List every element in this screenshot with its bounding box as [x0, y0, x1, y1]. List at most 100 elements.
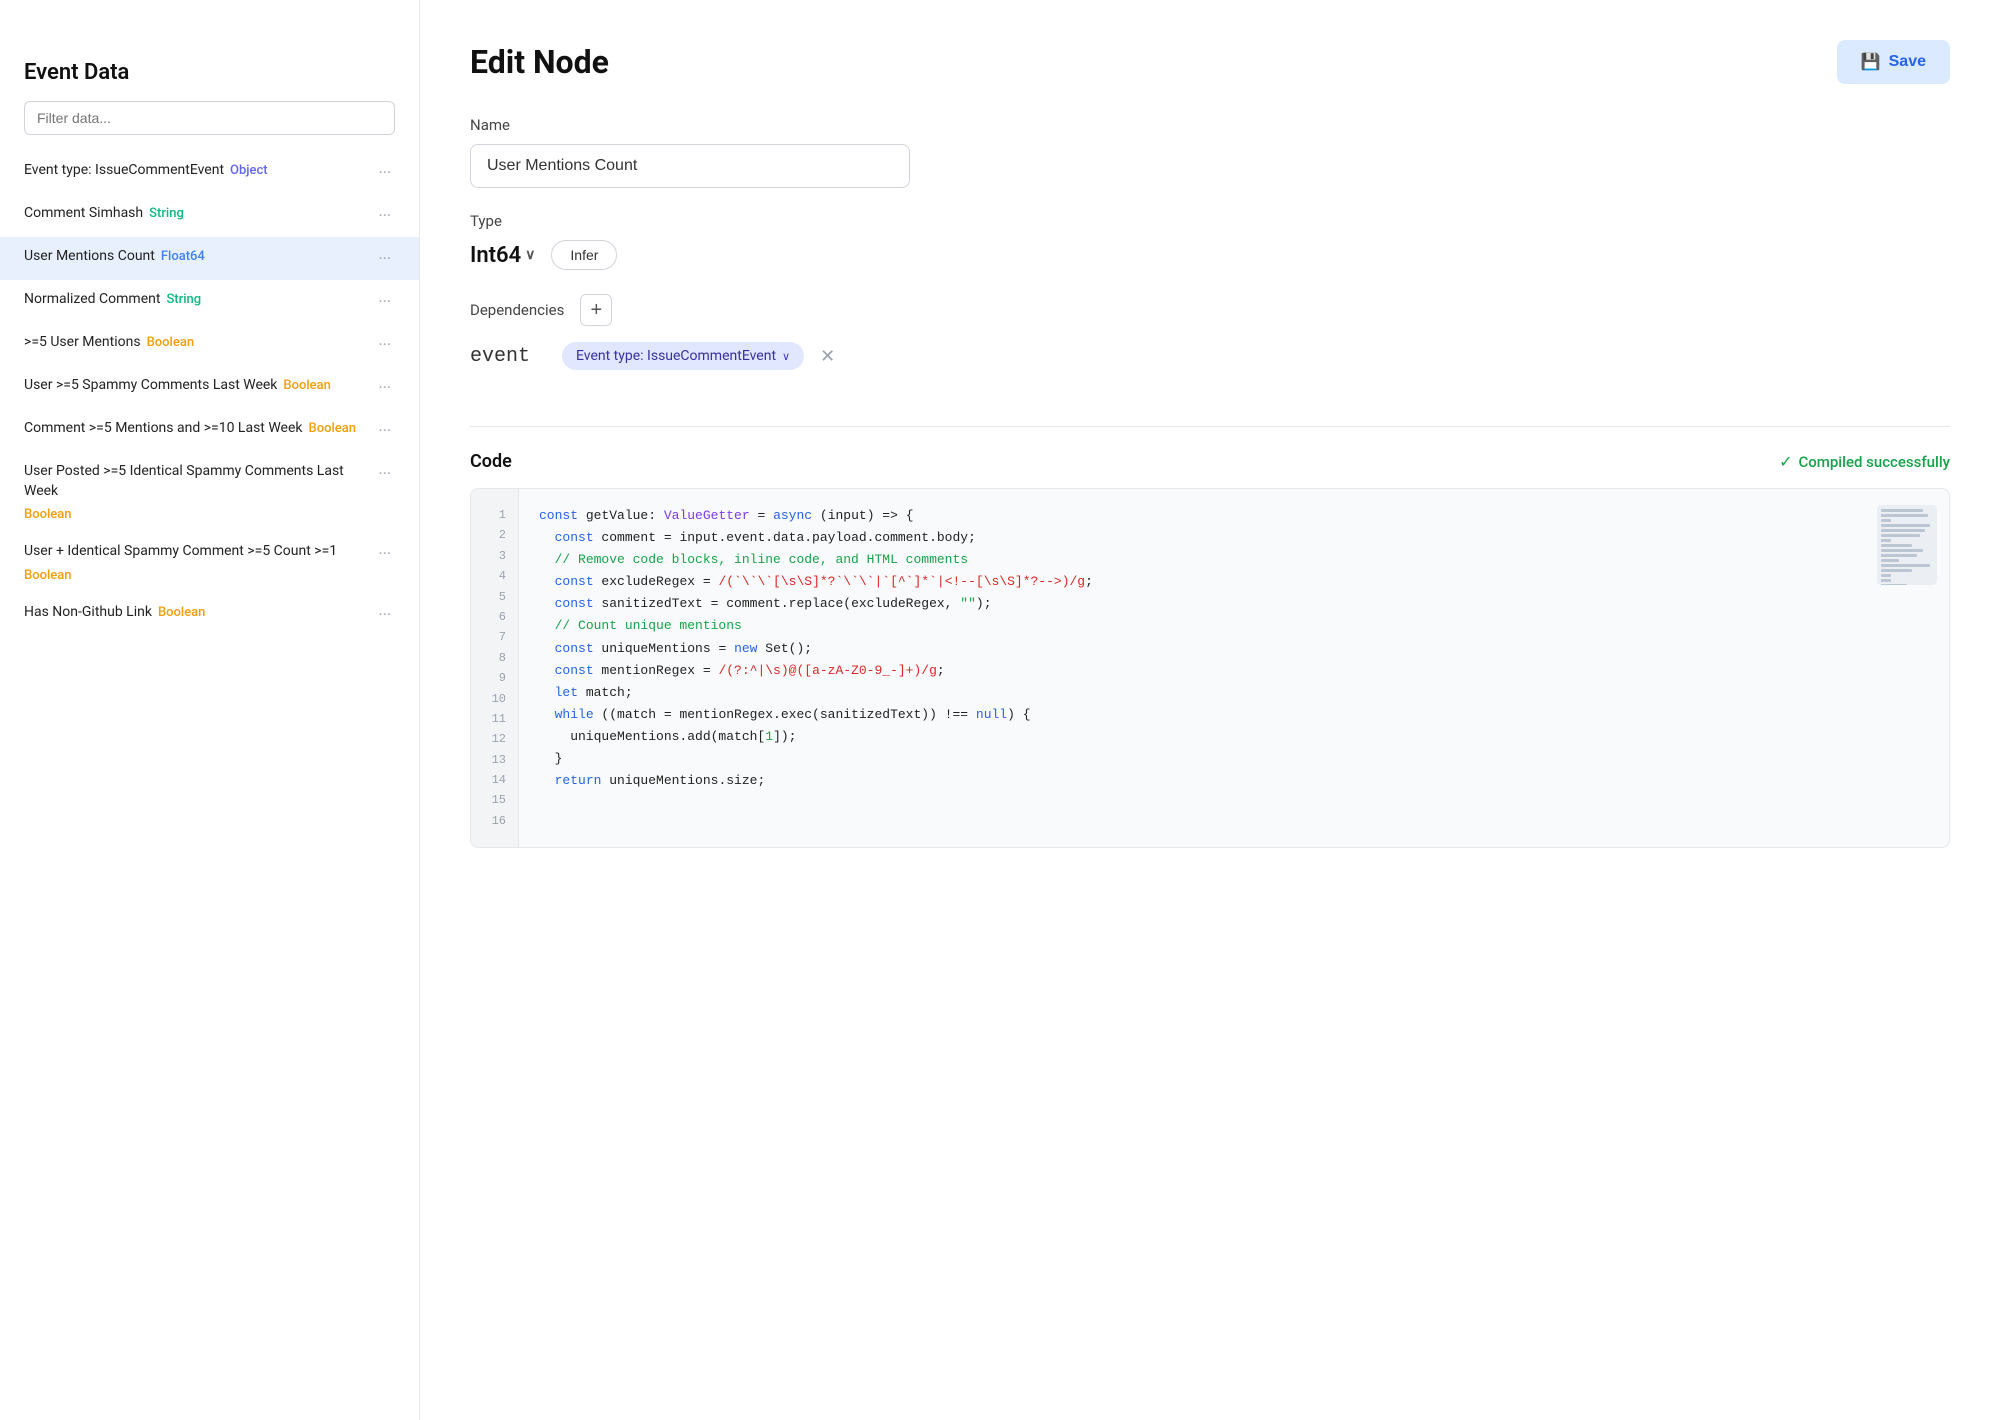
sidebar-item-content: Comment Simhash String	[24, 204, 366, 224]
line-number-5: 5	[483, 587, 506, 607]
name-input[interactable]	[470, 144, 910, 188]
sidebar-item-user-identical-spammy[interactable]: User + Identical Spammy Comment >=5 Coun…	[0, 532, 419, 593]
sidebar-item-content: Normalized Comment String	[24, 290, 366, 310]
sidebar-item-menu-dots[interactable]: ···	[374, 603, 395, 626]
sidebar-item-comment-mentions-lastweek[interactable]: Comment >=5 Mentions and >=10 Last Week …	[0, 409, 419, 452]
line-number-15: 15	[483, 790, 506, 810]
code-line-16: return uniqueMentions.size;	[539, 770, 1929, 792]
line-number-10: 10	[483, 689, 506, 709]
type-label: Type	[470, 212, 1950, 230]
code-line-6: const sanitizedText = comment.replace(ex…	[539, 593, 1929, 615]
sidebar-item-type: Boolean	[283, 378, 330, 393]
sidebar-item-menu-dots[interactable]: ···	[374, 204, 395, 227]
sidebar-item-type: Boolean	[158, 605, 205, 620]
sidebar-item-menu-dots[interactable]: ···	[374, 376, 395, 399]
code-line-11: let match;	[539, 682, 1929, 704]
sidebar-item-label: User Mentions Count	[24, 247, 155, 267]
sidebar-item-label: >=5 User Mentions	[24, 333, 141, 353]
sidebar-item-content: User >=5 Spammy Comments Last Week Boole…	[24, 376, 366, 396]
sidebar-item-menu-dots[interactable]: ···	[374, 419, 395, 442]
sidebar-item-menu-dots[interactable]: ···	[374, 542, 395, 565]
save-button[interactable]: 💾 Save	[1837, 40, 1950, 84]
sidebar-item-menu-dots[interactable]: ···	[374, 161, 395, 184]
code-line-13: uniqueMentions.add(match[1]);	[539, 726, 1929, 748]
code-line-2: const comment = input.event.data.payload…	[539, 527, 1929, 549]
code-line-14: }	[539, 748, 1929, 770]
line-numbers: 12345678910111213141516	[471, 489, 519, 847]
infer-button[interactable]: Infer	[551, 240, 617, 270]
line-number-6: 6	[483, 607, 506, 627]
chevron-down-icon: ∨	[525, 247, 535, 263]
sidebar-item-label: Event type: IssueCommentEvent	[24, 161, 224, 181]
page-title: Edit Node	[470, 43, 609, 81]
sidebar-item-type: Object	[230, 163, 268, 178]
check-icon: ✓	[1779, 452, 1792, 471]
save-label: Save	[1889, 53, 1926, 71]
sidebar-item-label: Comment Simhash	[24, 204, 143, 224]
type-section: Type Int64 ∨ Infer	[470, 212, 1950, 270]
line-number-11: 11	[483, 709, 506, 729]
sidebar-item-content: User + Identical Spammy Comment >=5 Coun…	[24, 542, 366, 583]
sidebar-item-event-type-issue[interactable]: Event type: IssueCommentEvent Object ···	[0, 151, 419, 194]
infer-label: Infer	[570, 247, 598, 263]
save-icon: 💾	[1861, 52, 1881, 72]
sidebar-item-label: User >=5 Spammy Comments Last Week	[24, 376, 277, 396]
sidebar-item-user-mentions-count[interactable]: User Mentions Count Float64 ···	[0, 237, 419, 280]
sidebar-item-type: Boolean	[24, 507, 71, 522]
dependencies-section: Dependencies + event Event type: IssueCo…	[470, 294, 1950, 382]
sidebar-item-comment-simhash[interactable]: Comment Simhash String ···	[0, 194, 419, 237]
line-number-3: 3	[483, 546, 506, 566]
main-panel: Edit Node 💾 Save Name Type Int64 ∨ Infer…	[420, 0, 2000, 1420]
sidebar-item-type: Boolean	[309, 421, 356, 436]
line-number-2: 2	[483, 525, 506, 545]
sidebar-list: Event type: IssueCommentEvent Object ···…	[0, 151, 419, 1420]
deps-label: Dependencies	[470, 301, 564, 319]
sidebar-item-gte5-spammy-comments[interactable]: User >=5 Spammy Comments Last Week Boole…	[0, 366, 419, 409]
sidebar-item-content: Comment >=5 Mentions and >=10 Last Week …	[24, 419, 366, 439]
sidebar-item-menu-dots[interactable]: ···	[374, 290, 395, 313]
line-number-9: 9	[483, 668, 506, 688]
compile-status: ✓ Compiled successfully	[1779, 452, 1950, 471]
line-number-16: 16	[483, 811, 506, 831]
sidebar-item-content: >=5 User Mentions Boolean	[24, 333, 366, 353]
dep-item-label: event	[470, 345, 550, 368]
type-selector[interactable]: Int64 ∨	[470, 243, 535, 268]
sidebar-item-menu-dots[interactable]: ···	[374, 462, 395, 485]
sidebar-item-type: String	[166, 292, 201, 307]
code-line-4: // Remove code blocks, inline code, and …	[539, 549, 1929, 571]
add-dependency-button[interactable]: +	[580, 294, 612, 326]
sidebar-item-normalized-comment[interactable]: Normalized Comment String ···	[0, 280, 419, 323]
line-number-1: 1	[483, 505, 506, 525]
code-line-8: // Count unique mentions	[539, 615, 1929, 637]
divider	[470, 426, 1950, 427]
sidebar-item-content: User Posted >=5 Identical Spammy Comment…	[24, 462, 366, 522]
sidebar-item-label: User Posted >=5 Identical Spammy Comment…	[24, 462, 366, 501]
code-lines: 12345678910111213141516 const getValue: …	[471, 489, 1949, 847]
sidebar-item-menu-dots[interactable]: ···	[374, 247, 395, 270]
code-line-5: const excludeRegex = /(`\`\`[\s\S]*?`\`\…	[539, 571, 1929, 593]
dep-chip[interactable]: Event type: IssueCommentEvent ∨	[562, 342, 804, 370]
sidebar-title: Event Data	[0, 60, 419, 101]
line-number-12: 12	[483, 729, 506, 749]
remove-dep-button[interactable]: ✕	[820, 346, 835, 367]
line-number-4: 4	[483, 566, 506, 586]
filter-input[interactable]	[24, 101, 395, 135]
chevron-down-icon: ∨	[782, 350, 790, 363]
sidebar-item-label: User + Identical Spammy Comment >=5 Coun…	[24, 542, 337, 562]
sidebar-item-content: User Mentions Count Float64	[24, 247, 366, 267]
code-editor[interactable]: 12345678910111213141516 const getValue: …	[470, 488, 1950, 848]
sidebar-item-label: Comment >=5 Mentions and >=10 Last Week	[24, 419, 303, 439]
sidebar-item-menu-dots[interactable]: ···	[374, 333, 395, 356]
sidebar-item-type: Float64	[161, 249, 205, 264]
sidebar-item-type: Boolean	[24, 568, 71, 583]
type-row: Int64 ∨ Infer	[470, 240, 1950, 270]
dep-chip-label: Event type: IssueCommentEvent	[576, 348, 776, 364]
code-header: Code ✓ Compiled successfully	[470, 451, 1950, 472]
code-line-12: while ((match = mentionRegex.exec(saniti…	[539, 704, 1929, 726]
sidebar-item-gte5-user-mentions[interactable]: >=5 User Mentions Boolean ···	[0, 323, 419, 366]
sidebar-item-user-posted-identical[interactable]: User Posted >=5 Identical Spammy Comment…	[0, 452, 419, 532]
name-section: Name	[470, 116, 1950, 188]
code-line-10: const mentionRegex = /(?:^|\s)@([a-zA-Z0…	[539, 660, 1929, 682]
sidebar-item-has-non-github-link[interactable]: Has Non-Github Link Boolean ···	[0, 593, 419, 636]
name-label: Name	[470, 116, 1950, 134]
